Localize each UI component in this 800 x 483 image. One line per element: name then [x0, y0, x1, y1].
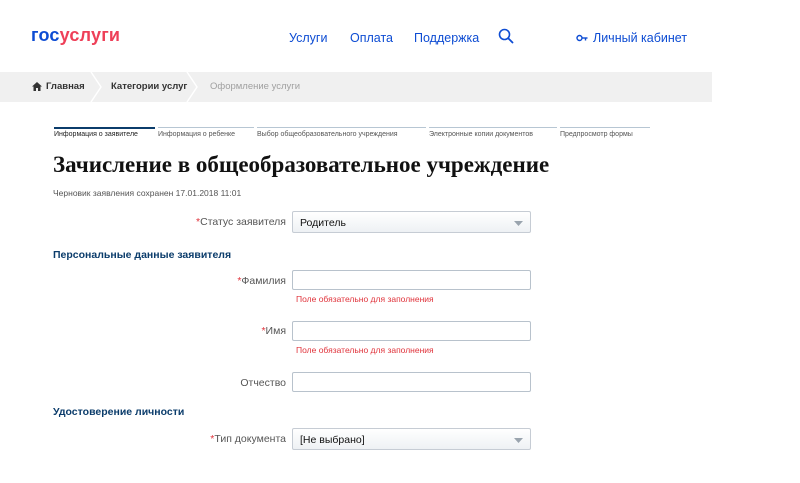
logo-part-uslugi: услуги: [59, 25, 121, 45]
draft-status: Черновик заявления сохранен 17.01.2018 1…: [53, 188, 242, 198]
last-name-input[interactable]: [292, 270, 531, 290]
form-steps: Информация о заявителе Информация о ребе…: [0, 127, 800, 141]
document-type-value: [Не выбрано]: [300, 434, 365, 446]
first-name-label-text: Имя: [265, 325, 286, 337]
breadcrumb-home-label: Главная: [46, 81, 85, 92]
home-icon: [32, 82, 42, 91]
nav-support-link[interactable]: Поддержка: [414, 31, 479, 45]
breadcrumb-current: Оформление услуги: [210, 81, 301, 92]
breadcrumb-categories-link[interactable]: Категории услуг: [111, 81, 187, 92]
last-name-label: *Фамилия: [86, 275, 286, 287]
gosuslugi-logo[interactable]: госуслуги: [31, 25, 120, 46]
first-name-error: Поле обязательно для заполнения: [296, 345, 434, 355]
step-document-copies[interactable]: Электронные копии документов: [429, 127, 557, 141]
personal-cabinet-label: Личный кабинет: [593, 31, 688, 45]
nav-services-link[interactable]: Услуги: [289, 31, 327, 45]
logo-part-gos: гос: [31, 25, 60, 45]
document-type-select[interactable]: [Не выбрано]: [292, 428, 531, 450]
chevron-down-icon: [514, 221, 523, 226]
search-icon[interactable]: [498, 28, 514, 44]
breadcrumb-home-link[interactable]: Главная: [32, 81, 85, 92]
first-name-label: *Имя: [86, 325, 286, 337]
section-personal-data: Персональные данные заявителя: [53, 249, 232, 261]
breadcrumb-separator: [186, 72, 198, 102]
step-applicant-info[interactable]: Информация о заявителе: [54, 127, 155, 141]
site-header: госуслуги Услуги Оплата Поддержка Личный…: [0, 0, 800, 72]
step-child-info[interactable]: Информация о ребенке: [158, 127, 254, 141]
last-name-error: Поле обязательно для заполнения: [296, 294, 434, 304]
patronymic-label: Отчество: [240, 377, 286, 389]
applicant-status-value: Родитель: [300, 217, 346, 229]
page-title: Зачисление в общеобразовательное учрежде…: [53, 152, 550, 177]
breadcrumb: Главная Категории услуг Оформление услуг…: [0, 72, 712, 102]
applicant-status-label: *Статус заявителя: [86, 216, 286, 228]
applicant-status-select[interactable]: Родитель: [292, 211, 531, 233]
document-type-label-text: Тип документа: [214, 433, 286, 445]
nav-payment-link[interactable]: Оплата: [350, 31, 393, 45]
section-identity-document: Удостоверение личности: [53, 406, 185, 418]
personal-cabinet-link[interactable]: Личный кабинет: [576, 31, 687, 45]
patronymic-input[interactable]: [292, 372, 531, 392]
last-name-label-text: Фамилия: [241, 275, 286, 287]
document-type-label: *Тип документа: [86, 433, 286, 445]
step-form-preview[interactable]: Предпросмотр формы: [560, 127, 650, 141]
applicant-status-label-text: Статус заявителя: [200, 216, 286, 228]
breadcrumb-separator: [90, 72, 102, 102]
first-name-input[interactable]: [292, 321, 531, 341]
step-school-choice[interactable]: Выбор общеобразовательного учреждения: [257, 127, 426, 141]
chevron-down-icon: [514, 438, 523, 443]
key-icon: [576, 34, 588, 42]
